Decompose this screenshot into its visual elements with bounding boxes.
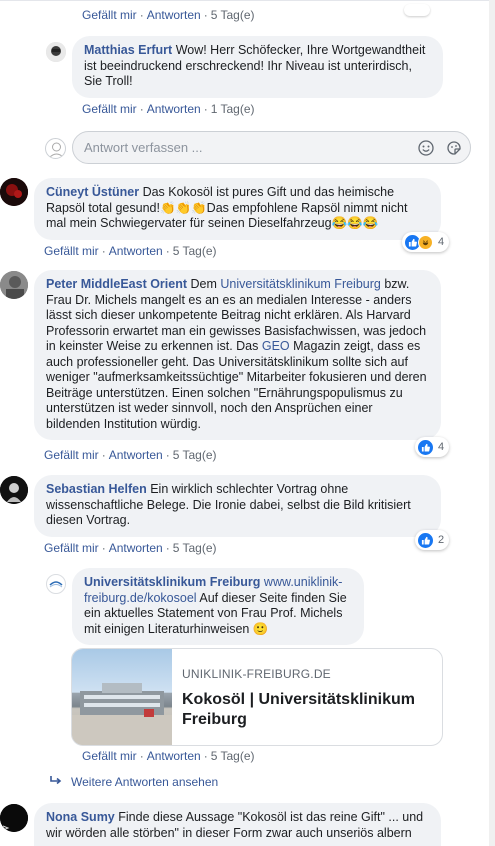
comment-bubble: Peter MiddleEast Orient Dem Universitäts… <box>34 270 441 440</box>
comment-author[interactable]: Peter MiddleEast Orient <box>46 277 187 291</box>
comment-author[interactable]: Universitätsklinikum Freiburg <box>84 575 260 589</box>
comment-actions: Gefällt mir · Antworten · 5 Tag(e) <box>44 541 217 555</box>
comment-author[interactable]: Matthias Erfurt <box>84 43 172 57</box>
reply-arrow-icon <box>50 775 62 789</box>
avatar[interactable] <box>46 574 66 594</box>
comment-bubble: Universitätsklinikum Freiburg www.unikli… <box>72 568 364 645</box>
like-button[interactable]: Gefällt mir <box>44 541 99 555</box>
like-button[interactable]: Gefällt mir <box>82 749 137 763</box>
avatar[interactable] <box>0 476 28 504</box>
smiley-icon[interactable] <box>418 140 434 159</box>
comment-author[interactable]: Sebastian Helfen <box>46 482 147 496</box>
avatar[interactable] <box>0 804 28 832</box>
link-preview-title[interactable]: Kokosöl | Universitätsklinikum Freiburg <box>182 690 437 730</box>
reaction-summary[interactable]: 2 <box>415 530 450 550</box>
reaction-summary[interactable]: 4 <box>402 232 450 252</box>
link-preview-domain: UNIKLINIK-FREIBURG.DE <box>182 667 331 681</box>
scrollbar[interactable] <box>489 0 495 846</box>
like-reaction-icon <box>418 532 433 548</box>
comment-actions: Gefällt mir · Antworten · 5 Tag(e) <box>44 244 217 258</box>
comment-time: 5 Tag(e) <box>172 448 217 462</box>
reaction-count: 4 <box>438 236 445 248</box>
comment-actions: Gefällt mir · Antworten · 5 Tag(e) <box>82 8 255 22</box>
page-mention-link[interactable]: GEO <box>262 339 290 353</box>
avatar[interactable] <box>0 178 28 206</box>
reply-button[interactable]: Antworten <box>147 8 201 22</box>
like-button[interactable]: Gefällt mir <box>82 102 137 116</box>
link-preview-image <box>72 649 172 745</box>
reaction-count: 2 <box>438 534 445 546</box>
link-preview-card[interactable]: UNIKLINIK-FREIBURG.DE Kokosöl | Universi… <box>71 648 443 746</box>
like-reaction-icon <box>418 439 433 455</box>
reply-button[interactable]: Antworten <box>109 244 163 258</box>
like-button[interactable]: Gefällt mir <box>82 8 137 22</box>
comment-actions: Gefällt mir · Antworten · 5 Tag(e) <box>82 749 255 763</box>
comment-bubble: Sebastian Helfen Ein wirklich schlechter… <box>34 475 441 537</box>
clap-emoji-icon: 👏👏👏 <box>159 200 207 215</box>
reply-button[interactable]: Antworten <box>147 102 201 116</box>
comment-time: 1 Tag(e) <box>210 102 255 116</box>
reaction-summary[interactable]: 4 <box>415 437 450 457</box>
comment-time: 5 Tag(e) <box>210 749 255 763</box>
page-mention-link[interactable]: Universitätsklinikum Freiburg <box>220 277 380 291</box>
more-replies-link[interactable]: Weitere Antworten ansehen <box>50 775 218 789</box>
slightly-smiling-emoji-icon: 🙂 <box>252 621 269 636</box>
comment-actions: Gefällt mir · Antworten · 1 Tag(e) <box>82 102 255 116</box>
comment-time: 5 Tag(e) <box>210 8 255 22</box>
comment-time: 5 Tag(e) <box>172 541 217 555</box>
comment-text: Dem <box>190 277 217 291</box>
reply-input-box[interactable] <box>72 131 471 164</box>
avatar[interactable] <box>0 271 28 299</box>
like-button[interactable]: Gefällt mir <box>44 244 99 258</box>
reply-button[interactable]: Antworten <box>109 541 163 555</box>
comment-time: 5 Tag(e) <box>172 244 217 258</box>
reply-input[interactable] <box>73 132 373 163</box>
avatar[interactable] <box>46 42 66 62</box>
like-button[interactable]: Gefällt mir <box>44 448 99 462</box>
comment-bubble: Cüneyt Üstüner Das Kokosöl ist pures Gif… <box>34 178 441 240</box>
reply-button[interactable]: Antworten <box>147 749 201 763</box>
comment-author[interactable]: Cüneyt Üstüner <box>46 185 139 199</box>
laughing-emoji-icon: 😂😂😂 <box>331 216 379 230</box>
comment-actions: Gefällt mir · Antworten · 5 Tag(e) <box>44 448 217 462</box>
comment-bubble: Matthias Erfurt Wow! Herr Schöfecker, Ih… <box>72 36 443 98</box>
comment-bubble: Nona Sumy Finde diese Aussage "Kokosöl i… <box>34 803 441 846</box>
user-avatar <box>45 138 66 159</box>
haha-reaction-icon <box>418 234 433 250</box>
comment-author[interactable]: Nona Sumy <box>46 810 115 824</box>
reaction-summary[interactable] <box>404 4 430 16</box>
reaction-count: 4 <box>438 441 445 453</box>
reply-button[interactable]: Antworten <box>109 448 163 462</box>
more-replies-label: Weitere Antworten ansehen <box>71 775 219 789</box>
sticker-icon[interactable] <box>446 140 462 159</box>
